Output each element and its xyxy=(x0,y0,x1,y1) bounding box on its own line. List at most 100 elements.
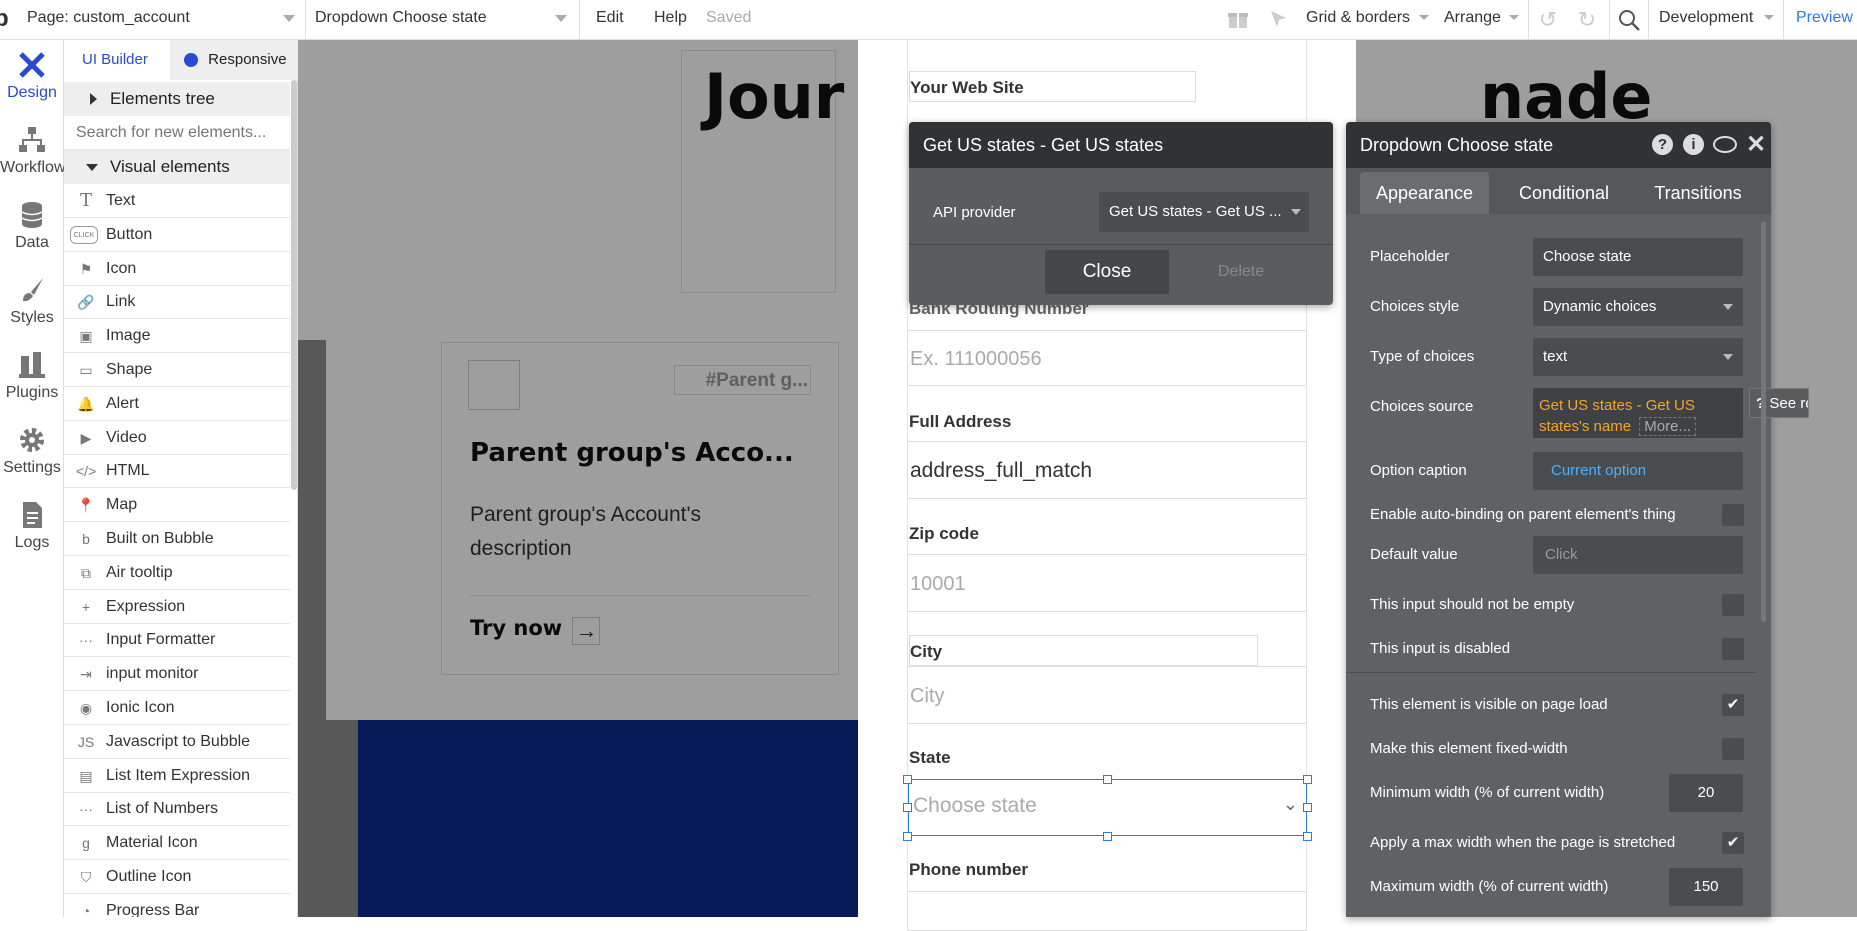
selection-handle[interactable] xyxy=(1103,832,1112,841)
element-item[interactable]: g Material Icon xyxy=(64,826,290,861)
rail-item-workflow[interactable]: Workflow xyxy=(0,115,66,190)
selection-handle[interactable] xyxy=(1303,775,1312,784)
elements-tree-toggle[interactable]: Elements tree xyxy=(64,82,290,116)
max-width-input[interactable]: 150 xyxy=(1669,868,1743,906)
default-value-label: Default value xyxy=(1370,546,1458,563)
redo-icon[interactable]: ↻ xyxy=(1575,8,1599,32)
panel-scrollbar[interactable] xyxy=(291,80,297,490)
rail-item-styles[interactable]: Styles xyxy=(0,265,64,340)
close-icon[interactable]: ✕ xyxy=(1746,122,1766,168)
element-selector[interactable]: Dropdown Choose state xyxy=(315,0,570,40)
cursor-icon[interactable] xyxy=(1268,8,1290,30)
menu-help[interactable]: Help xyxy=(654,0,687,40)
choices-style-select[interactable]: Dynamic choices xyxy=(1533,288,1743,326)
editor-canvas[interactable]: Jour #Parent g... Parent group's Acco...… xyxy=(298,40,1857,931)
property-scrollbar[interactable] xyxy=(1761,222,1766,622)
state-dropdown[interactable]: Choose state ⌄ xyxy=(908,779,1307,836)
element-item[interactable]: 📍 Map xyxy=(64,488,290,523)
element-item[interactable]: JS Javascript to Bubble xyxy=(64,725,290,759)
element-item[interactable]: ▤ List Item Expression xyxy=(64,759,290,793)
comment-icon[interactable] xyxy=(1713,136,1737,153)
element-item[interactable]: ◉ Ionic Icon xyxy=(64,691,290,725)
element-item[interactable]: </> HTML xyxy=(64,454,290,489)
selection-handle[interactable] xyxy=(1303,832,1312,841)
option-caption-input[interactable]: Current option xyxy=(1533,452,1743,490)
visual-elements-toggle[interactable]: Visual elements xyxy=(64,150,290,184)
tab-appearance[interactable]: Appearance xyxy=(1360,172,1489,214)
type-of-choices-select[interactable]: text xyxy=(1533,338,1743,376)
help-icon[interactable]: ? xyxy=(1652,134,1673,155)
bubble-logo-icon[interactable]: b xyxy=(0,6,14,32)
info-icon[interactable]: i xyxy=(1683,134,1704,155)
gift-icon[interactable] xyxy=(1227,8,1249,30)
selection-handle[interactable] xyxy=(1103,775,1112,784)
search-icon[interactable] xyxy=(1617,8,1641,32)
undo-icon[interactable]: ↺ xyxy=(1536,8,1560,32)
element-item[interactable]: ⇥ input monitor xyxy=(64,657,290,692)
element-item[interactable]: ⚑ Icon xyxy=(64,252,290,286)
tab-transitions[interactable]: Transitions xyxy=(1633,172,1763,214)
element-item[interactable]: CLICK Button xyxy=(64,218,290,252)
selection-handle[interactable] xyxy=(903,775,912,784)
element-item[interactable]: T Text xyxy=(64,184,290,218)
disabled-checkbox[interactable] xyxy=(1722,638,1744,660)
visible-on-load-checkbox[interactable]: ✔ xyxy=(1722,694,1744,716)
min-width-input[interactable]: 20 xyxy=(1669,774,1743,812)
api-provider-select[interactable]: Get US states - Get US ... xyxy=(1099,192,1309,232)
full-address-input[interactable]: address_full_match xyxy=(907,441,1307,499)
close-button[interactable]: Close xyxy=(1045,250,1169,294)
placeholder-input[interactable]: Choose state xyxy=(1533,238,1743,276)
see-reference-tooltip[interactable]: ? See reference xyxy=(1749,388,1809,418)
fixed-width-checkbox[interactable] xyxy=(1722,738,1744,760)
element-item[interactable]: ▣ Image xyxy=(64,319,290,354)
tab-ui-builder[interactable]: UI Builder xyxy=(82,40,148,80)
tab-responsive[interactable]: Responsive xyxy=(170,40,298,80)
element-item[interactable]: ⧉ Air tooltip xyxy=(64,556,290,590)
delete-button[interactable]: Delete xyxy=(1179,250,1303,294)
more-button[interactable]: More... xyxy=(1639,417,1696,436)
page-selector[interactable]: Page: custom_account xyxy=(27,0,299,40)
menu-edit[interactable]: Edit xyxy=(596,0,624,40)
element-item[interactable]: ▭ Shape xyxy=(64,353,290,387)
element-item[interactable]: 🔔 Alert xyxy=(64,387,290,421)
bank-routing-input[interactable]: Ex. 111000056 xyxy=(907,330,1307,386)
element-type-icon: ⛉ xyxy=(80,869,92,885)
element-item[interactable]: ··· Input Formatter xyxy=(64,623,290,658)
rail-item-design[interactable]: Design xyxy=(0,40,64,115)
chevron-down-icon: ⌄ xyxy=(1282,794,1298,814)
default-value-input[interactable]: Click xyxy=(1533,536,1743,574)
element-type-icon: + xyxy=(81,598,91,615)
element-item[interactable]: b Built on Bubble xyxy=(64,522,290,556)
element-type-icon: 🔔 xyxy=(77,395,95,412)
tab-conditional[interactable]: Conditional xyxy=(1504,172,1624,214)
element-item[interactable]: 🔗 Link xyxy=(64,285,290,320)
element-search-input[interactable] xyxy=(64,116,290,150)
rail-item-logs[interactable]: Logs xyxy=(0,490,64,565)
element-item[interactable]: + Expression xyxy=(64,590,290,624)
selection-handle[interactable] xyxy=(903,803,912,812)
not-empty-checkbox[interactable] xyxy=(1722,594,1744,616)
environment-selector[interactable]: Development xyxy=(1659,0,1779,40)
rail-item-plugins[interactable]: Plugins xyxy=(0,340,64,415)
arrange-menu[interactable]: Arrange xyxy=(1444,0,1524,40)
element-type-icon: ⇥ xyxy=(80,666,92,683)
phone-input[interactable] xyxy=(907,891,1307,931)
element-item[interactable]: ◔ Progress Bar xyxy=(64,894,290,917)
element-item[interactable]: ··· List of Numbers xyxy=(64,792,290,827)
element-item[interactable]: ▶ Video xyxy=(64,421,290,455)
selection-handle[interactable] xyxy=(903,832,912,841)
grid-borders-menu[interactable]: Grid & borders xyxy=(1306,0,1429,40)
tab-responsive-label: Responsive xyxy=(208,51,287,68)
rail-item-settings[interactable]: Settings xyxy=(0,415,64,490)
rail-item-data[interactable]: Data xyxy=(0,190,64,265)
element-item[interactable]: ⛉ Outline Icon xyxy=(64,860,290,894)
max-width-apply-checkbox[interactable]: ✔ xyxy=(1722,832,1744,854)
city-input[interactable]: City xyxy=(907,666,1307,724)
zip-code-input[interactable]: 10001 xyxy=(907,554,1307,612)
autobinding-checkbox[interactable] xyxy=(1722,504,1744,526)
element-type-icon: ◉ xyxy=(79,700,93,716)
choices-source-expression[interactable]: Get US states - Get US states's name Mor… xyxy=(1533,388,1743,438)
preview-button[interactable]: Preview xyxy=(1796,0,1853,40)
selection-handle[interactable] xyxy=(1303,803,1312,812)
rail-label-workflow: Workflow xyxy=(0,159,66,176)
